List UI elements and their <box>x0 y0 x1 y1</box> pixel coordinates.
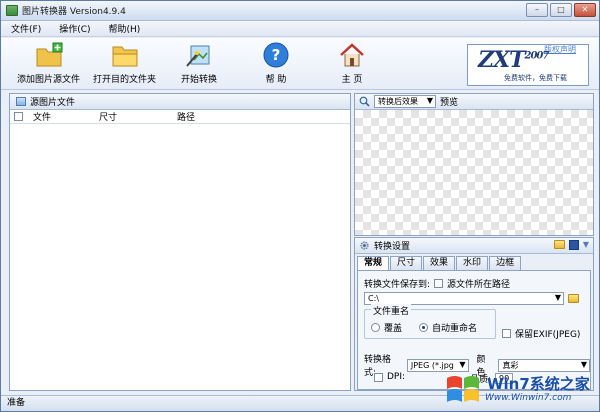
convert-settings-title: 转换设置 <box>374 242 411 252</box>
keep-exif-checkbox[interactable] <box>502 329 511 338</box>
logo-slogan: 免费软件，免费下载 <box>504 74 567 82</box>
menu-file[interactable]: 文件(F) <box>11 22 41 35</box>
preview-mode-select[interactable]: 转换后效果 ▼ <box>374 95 436 108</box>
tab-border[interactable]: 边框 <box>489 256 522 270</box>
window-title: 图片转换器 Version4.9.4 <box>22 7 126 17</box>
copyright-link[interactable]: 版权声明 <box>544 44 576 55</box>
status-text: 准备 <box>7 398 26 408</box>
chevron-down-icon: ▼ <box>554 293 561 302</box>
dpi-label: DPI: <box>387 372 406 382</box>
file-list-header: 文件 尺寸 路径 <box>10 110 350 124</box>
source-path-checkbox[interactable] <box>434 279 444 288</box>
collapse-icon[interactable]: ▼ <box>583 240 589 250</box>
open-destination-folder-button[interactable]: 打开目的文件夹 <box>93 42 156 85</box>
autorename-label: 自动重命名 <box>432 324 478 334</box>
app-window: 图片转换器 Version4.9.4 – □ ✕ 文件(F) 操作(C) 帮助(… <box>0 0 600 412</box>
image-icon <box>16 97 26 106</box>
add-source-images-button[interactable]: 添加图片源文件 <box>17 42 80 85</box>
load-settings-icon[interactable] <box>553 240 565 249</box>
source-path-label: 源文件所在路径 <box>447 280 511 290</box>
keep-exif-label: 保留EXIF(JPEG) <box>515 330 581 340</box>
preview-header: 转换后效果 ▼ 预览 <box>355 94 593 110</box>
chevron-down-icon: ▼ <box>459 359 466 369</box>
brand-logo: 版权声明 ZXT2007 免费软件，免费下载 <box>467 44 589 86</box>
column-size[interactable]: 尺寸 <box>99 110 177 123</box>
start-convert-button[interactable]: 开始转换 <box>181 42 217 85</box>
save-settings-icon[interactable] <box>568 240 579 250</box>
watermark-title: Win7系统之家 <box>487 375 590 393</box>
magic-wand-icon <box>186 45 210 67</box>
logo-brand-text: ZXT <box>478 47 525 73</box>
menu-help[interactable]: 帮助(H) <box>109 22 141 35</box>
dpi-checkbox[interactable] <box>374 372 383 382</box>
output-path-value: C:\ <box>368 294 379 303</box>
rename-group-title: 文件重名 <box>371 304 412 317</box>
convert-settings-header: 转换设置 ▼ <box>355 238 593 254</box>
logo-brand: ZXT2007 <box>478 47 550 73</box>
column-file[interactable]: 文件 <box>33 110 99 123</box>
svg-text:?: ? <box>272 46 281 64</box>
site-watermark: Win7系统之家 Www.Winwin7.com <box>439 369 597 409</box>
save-to-label: 转换文件保存到: <box>364 280 431 290</box>
dpi-row: DPI: <box>374 372 405 382</box>
close-button[interactable]: ✕ <box>574 3 596 17</box>
autorename-radio[interactable] <box>419 323 428 332</box>
settings-tabs: 常规 尺寸 效果 水印 边框 <box>357 256 522 271</box>
rename-group: 文件重名 覆盖 自动重命名 <box>364 304 496 339</box>
overwrite-radio[interactable] <box>371 323 380 332</box>
folder-open-icon <box>112 46 137 67</box>
menu-operation[interactable]: 操作(C) <box>59 22 90 35</box>
help-icon: ? <box>263 42 289 68</box>
minimize-button[interactable]: – <box>526 3 548 17</box>
chevron-down-icon: ▼ <box>426 96 433 105</box>
folder-add-icon <box>36 42 62 67</box>
source-images-header: 源图片文件 <box>10 94 350 110</box>
save-to-row: 转换文件保存到: 源文件所在路径 <box>364 277 510 290</box>
title-bar[interactable]: 图片转换器 Version4.9.4 – □ ✕ <box>1 1 599 21</box>
gear-icon <box>360 241 369 250</box>
keep-exif-option[interactable]: 保留EXIF(JPEG) <box>502 327 580 340</box>
autorename-option[interactable]: 自动重命名 <box>419 321 477 334</box>
select-all-checkbox[interactable] <box>14 112 23 121</box>
home-label: 主 页 <box>341 75 363 85</box>
tab-general[interactable]: 常规 <box>357 256 390 271</box>
browse-folder-icon[interactable] <box>568 294 579 303</box>
preview-panel: 转换后效果 ▼ 预览 <box>354 93 594 236</box>
home-button[interactable]: 主 页 <box>338 42 366 85</box>
windows-logo-icon <box>447 376 479 402</box>
home-icon <box>340 43 364 67</box>
source-images-panel: 源图片文件 文件 尺寸 路径 <box>9 93 351 391</box>
tab-effects[interactable]: 效果 <box>423 256 456 270</box>
tab-watermark[interactable]: 水印 <box>456 256 489 270</box>
watermark-url: Www.Winwin7.com <box>485 393 572 403</box>
start-convert-label: 开始转换 <box>181 75 218 85</box>
toolbar: 添加图片源文件 打开目的文件夹 开始转换 ? 帮 助 主 页 版权声明 ZXT2… <box>1 38 599 90</box>
add-source-images-label: 添加图片源文件 <box>17 75 81 85</box>
overwrite-label: 覆盖 <box>384 324 403 334</box>
preview-mode-value: 转换后效果 <box>378 97 418 106</box>
preview-canvas <box>355 110 593 235</box>
app-icon <box>6 5 18 16</box>
tab-size[interactable]: 尺寸 <box>390 256 423 270</box>
preview-label: 预览 <box>440 98 459 108</box>
open-destination-folder-label: 打开目的文件夹 <box>93 75 157 85</box>
maximize-button[interactable]: □ <box>550 3 572 17</box>
help-label: 帮 助 <box>265 75 287 85</box>
column-path[interactable]: 路径 <box>177 110 195 123</box>
menu-bar: 文件(F) 操作(C) 帮助(H) <box>1 21 599 37</box>
help-button[interactable]: ? 帮 助 <box>262 42 290 85</box>
convert-settings-panel: 转换设置 ▼ 常规 尺寸 效果 水印 边框 转换文件保存到: 源文件所在路径 C… <box>354 237 594 391</box>
overwrite-option[interactable]: 覆盖 <box>371 321 402 334</box>
chevron-down-icon: ▼ <box>580 359 588 369</box>
logo-year: 2007 <box>524 50 550 62</box>
magnifier-icon <box>359 96 370 107</box>
source-images-title: 源图片文件 <box>30 98 76 108</box>
